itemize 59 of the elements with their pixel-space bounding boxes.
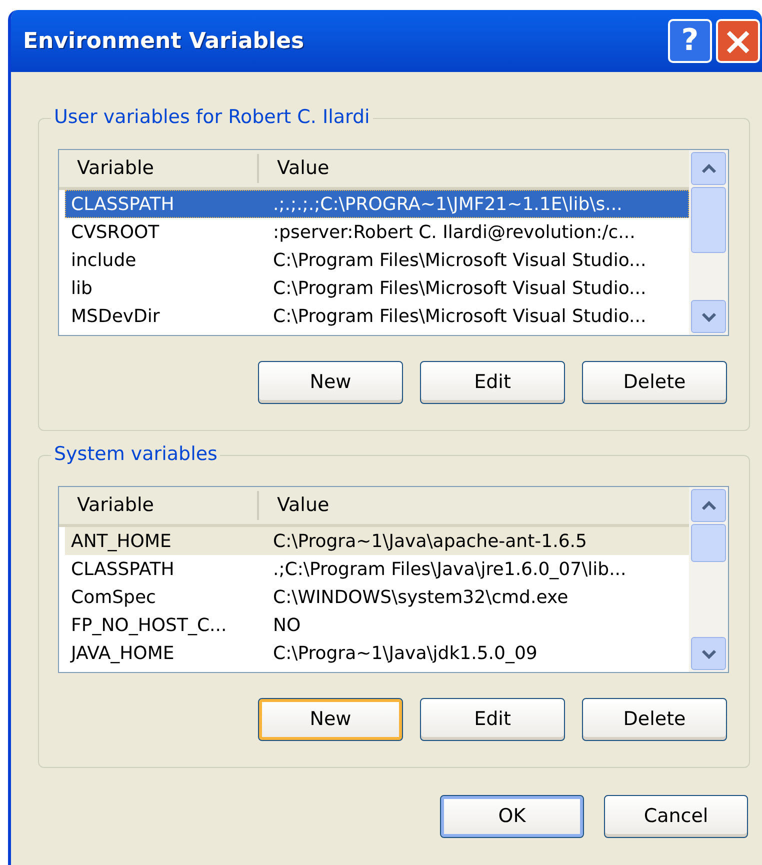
variable-value: C:\Program Files\Microsoft Visual Studio... <box>272 304 646 328</box>
scroll-thumb[interactable] <box>691 187 726 253</box>
window-title: Environment Variables <box>23 28 306 56</box>
list-row[interactable]: ANT_HOME C:\Progra~1\Java\apache-ant-1.6.5 <box>65 527 689 555</box>
scroll-down-button[interactable] <box>691 300 726 333</box>
scroll-down-button[interactable] <box>691 637 726 670</box>
variable-value: .;.;.;.;C:\PROGRA~1\JMF21~1.1E\lib\s... <box>272 192 622 216</box>
variables-list[interactable] <box>58 149 729 336</box>
variable-value: C:\Program Files\Microsoft Visual Studio... <box>272 248 646 272</box>
list-row[interactable]: CLASSPATH .;C:\Program Files\Java\jre1.6.0_07\lib... <box>65 555 689 583</box>
variable-name: JAVA_HOME <box>69 642 176 666</box>
variable-name: lib <box>70 276 94 300</box>
scroll-thumb[interactable] <box>691 524 726 562</box>
chevron-down-icon <box>700 648 716 658</box>
list-row[interactable]: include C:\Program Files\Microsoft Visual Studio... <box>65 246 689 274</box>
variable-name: CLASSPATH <box>70 192 176 216</box>
list-row[interactable]: CVSROOT :pserver:Robert C. Ilardi@revolution:/c... <box>65 218 689 246</box>
close-button[interactable]: × <box>716 19 760 63</box>
scroll-up-button[interactable] <box>691 152 726 185</box>
list-row[interactable]: CLASSPATH .;.;.;.;C:\PROGRA~1\JMF21~1.1E\lib\s... <box>65 190 689 218</box>
scrollbar[interactable] <box>689 487 728 672</box>
variable-value: NO <box>272 614 301 638</box>
column-header[interactable]: Variable <box>59 491 259 520</box>
variable-name: ComSpec <box>70 586 157 610</box>
variable-name: include <box>70 248 138 272</box>
variable-value: C:\WINDOWS\system32\cmd.exe <box>272 586 568 610</box>
chevron-up-icon <box>700 500 716 510</box>
push-button[interactable]: New <box>258 361 403 404</box>
list-row[interactable]: FP_NO_HOST_C... NO <box>65 611 689 639</box>
variable-value: .;C:\Program Files\Java\jre1.6.0_07\lib... <box>272 558 626 582</box>
list-row[interactable]: MSDevDir C:\Program Files\Microsoft Visual Studio... <box>65 302 689 330</box>
list-row[interactable]: JAVA_HOME C:\Progra~1\Java\jdk1.5.0_09 <box>65 639 689 667</box>
chevron-down-icon <box>700 312 716 322</box>
chevron-up-icon <box>700 164 716 174</box>
variable-value: C:\Program Files\Microsoft Visual Studio... <box>272 276 646 300</box>
push-button[interactable]: Delete <box>582 361 727 404</box>
list-row[interactable]: ComSpec C:\WINDOWS\system32\cmd.exe <box>65 583 689 611</box>
push-button[interactable]: Edit <box>420 698 565 741</box>
column-header[interactable]: Value <box>259 154 689 183</box>
scrollbar[interactable] <box>689 150 728 335</box>
variable-value: C:\Progra~1\Java\jdk1.5.0_09 <box>272 642 538 666</box>
help-button[interactable]: ? <box>668 19 712 63</box>
variable-name: ANT_HOME <box>70 530 172 554</box>
column-header[interactable]: Value <box>259 491 689 520</box>
variable-value: :pserver:Robert C. Ilardi@revolution:/c... <box>272 220 636 244</box>
push-button[interactable]: OK <box>440 795 584 838</box>
push-button[interactable]: Edit <box>420 361 565 404</box>
variable-name: CLASSPATH <box>70 558 176 582</box>
variables-list[interactable] <box>58 486 729 673</box>
push-button[interactable]: Cancel <box>604 795 748 838</box>
scroll-up-button[interactable] <box>691 489 726 522</box>
variable-name: FP_NO_HOST_C... <box>70 614 228 638</box>
list-row[interactable]: lib C:\Program Files\Microsoft Visual Studio... <box>65 274 689 302</box>
column-header[interactable]: Variable <box>59 154 259 183</box>
push-button[interactable]: New <box>258 698 403 741</box>
variable-name: CVSROOT <box>70 220 160 244</box>
variable-value: C:\Progra~1\Java\apache-ant-1.6.5 <box>272 530 587 554</box>
push-button[interactable]: Delete <box>582 698 727 741</box>
variable-name: MSDevDir <box>70 304 161 328</box>
